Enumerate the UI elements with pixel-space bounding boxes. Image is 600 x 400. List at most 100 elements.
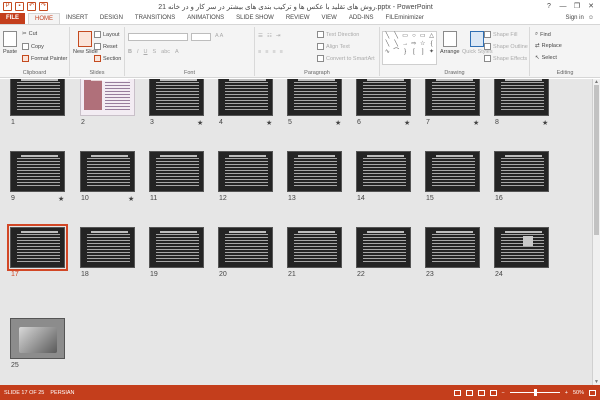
shape-arrow-icon[interactable]: ⇨ — [409, 40, 418, 48]
select-button[interactable]: ↖ Select — [535, 55, 557, 61]
undo-icon[interactable]: ↶ — [27, 2, 36, 11]
numbering-icon[interactable]: ☷ — [267, 33, 272, 39]
close-button[interactable]: ✕ — [585, 2, 597, 11]
animation-star-icon[interactable]: ★ — [404, 119, 410, 127]
shape-star-icon[interactable]: ☆ — [418, 40, 427, 48]
layout-button[interactable]: Layout — [94, 31, 120, 38]
list-buttons[interactable]: ☰ ☷ ⇥ — [258, 33, 280, 39]
restore-button[interactable]: ❐ — [571, 2, 583, 11]
slide-thumbnail[interactable] — [356, 79, 411, 116]
shape-curve-icon[interactable]: ⌒ — [392, 48, 401, 56]
shape-rect-icon[interactable]: ▭ — [418, 32, 427, 40]
tab-add-ins[interactable]: ADD-INS — [343, 13, 380, 24]
scrollbar-thumb[interactable] — [594, 85, 599, 235]
slide-thumbnail[interactable] — [10, 79, 65, 116]
arrange-button[interactable]: Arrange — [440, 31, 460, 55]
shape-line-icon[interactable]: ╲ — [383, 32, 392, 40]
replace-button[interactable]: ⇄ Replace — [535, 43, 562, 49]
slide-thumbnail[interactable] — [356, 151, 411, 192]
find-button[interactable]: ⌕ Find — [535, 31, 551, 38]
animation-star-icon[interactable]: ★ — [128, 195, 134, 203]
shape-curve-icon[interactable]: ∿ — [383, 48, 392, 56]
slide-thumbnail[interactable] — [494, 227, 549, 268]
shape-effects-button[interactable]: Shape Effects — [484, 55, 527, 62]
justify-icon[interactable]: ≡ — [280, 49, 283, 55]
tab-review[interactable]: REVIEW — [280, 13, 316, 24]
shape-brace-icon[interactable]: } — [401, 48, 410, 56]
slide-thumbnail[interactable] — [218, 227, 273, 268]
slide-thumbnail[interactable] — [425, 227, 480, 268]
slide-thumbnail[interactable] — [425, 79, 480, 116]
indent-icon[interactable]: ⇥ — [276, 33, 281, 39]
italic-icon[interactable]: I — [137, 49, 139, 55]
copy-button[interactable]: Copy — [22, 43, 44, 50]
redo-icon[interactable]: ↷ — [39, 2, 48, 11]
slide-thumbnail[interactable] — [218, 79, 273, 116]
tab-design[interactable]: DESIGN — [94, 13, 129, 24]
slide-thumbnail[interactable] — [10, 318, 65, 359]
shape-bracket-icon[interactable]: ] — [418, 48, 427, 56]
slide-thumbnail[interactable] — [218, 151, 273, 192]
paste-button[interactable]: Paste — [3, 31, 17, 55]
slideshow-view-icon[interactable] — [489, 389, 497, 396]
font-format-buttons[interactable]: B I U Sabc A — [128, 49, 179, 55]
animation-star-icon[interactable]: ★ — [335, 119, 341, 127]
zoom-slider-thumb[interactable] — [533, 389, 537, 396]
convert-smartart-button[interactable]: Convert to SmartArt — [317, 55, 375, 62]
tab-transitions[interactable]: TRANSITIONS — [129, 13, 181, 24]
slide-thumbnail[interactable] — [80, 79, 135, 116]
slide-thumbnail[interactable] — [149, 151, 204, 192]
smiley-icon[interactable]: ☺ — [588, 13, 594, 24]
text-direction-button[interactable]: Text Direction — [317, 31, 359, 38]
font-family-dropdown[interactable] — [128, 33, 188, 41]
underline-icon[interactable]: U — [144, 49, 148, 55]
zoom-slider[interactable] — [509, 389, 560, 396]
animation-star-icon[interactable]: ★ — [473, 119, 479, 127]
slide-thumbnail[interactable] — [287, 227, 342, 268]
shape-fill-button[interactable]: Shape Fill — [484, 31, 517, 38]
zoom-level[interactable]: 50% — [573, 390, 584, 396]
slide-thumbnail[interactable] — [80, 151, 135, 192]
slide-thumbnail[interactable] — [80, 227, 135, 268]
bullets-icon[interactable]: ☰ — [258, 33, 263, 39]
format-painter-button[interactable]: Format Painter — [22, 55, 67, 62]
animation-star-icon[interactable]: ★ — [266, 119, 272, 127]
slide-sorter-view-icon[interactable] — [465, 389, 473, 396]
shape-arrow-icon[interactable]: → — [401, 40, 410, 48]
shape-outline-button[interactable]: Shape Outline — [484, 43, 528, 50]
tab-insert[interactable]: INSERT — [60, 13, 94, 24]
cut-button[interactable]: ✂ Cut — [22, 31, 37, 37]
shape-star-icon[interactable]: ✦ — [427, 48, 436, 56]
animation-star-icon[interactable]: ★ — [542, 119, 548, 127]
tab-view[interactable]: VIEW — [316, 13, 343, 24]
bold-icon[interactable]: B — [128, 49, 132, 55]
shape-line-icon[interactable]: ╲ — [383, 40, 392, 48]
align-right-icon[interactable]: ≡ — [272, 49, 275, 55]
font-size-dropdown[interactable] — [191, 33, 211, 41]
strikethrough-icon[interactable]: abc — [161, 49, 170, 55]
save-icon[interactable]: ▪ — [15, 2, 24, 11]
slide-thumbnail[interactable] — [494, 79, 549, 116]
align-center-icon[interactable]: ≡ — [265, 49, 268, 55]
font-color-icon[interactable]: A — [175, 49, 179, 55]
app-logo-icon[interactable]: P — [3, 2, 12, 11]
slide-thumbnail[interactable] — [149, 79, 204, 116]
normal-view-icon[interactable] — [453, 389, 461, 396]
shape-bracket-icon[interactable]: [ — [409, 48, 418, 56]
shape-bracket-icon[interactable]: { — [427, 40, 436, 48]
zoom-out-icon[interactable]: − — [502, 390, 505, 396]
vertical-scrollbar[interactable]: ▲ ▼ — [592, 79, 600, 385]
animation-star-icon[interactable]: ★ — [197, 119, 203, 127]
tab-animations[interactable]: ANIMATIONS — [181, 13, 230, 24]
reading-view-icon[interactable] — [477, 389, 485, 396]
slide-thumbnail[interactable] — [287, 79, 342, 116]
shape-line-icon[interactable]: ╲ — [392, 32, 401, 40]
sign-in-link[interactable]: Sign in — [566, 13, 584, 24]
slide-thumbnail[interactable] — [149, 227, 204, 268]
shape-line-icon[interactable]: ╲ — [392, 40, 401, 48]
shape-triangle-icon[interactable]: △ — [427, 32, 436, 40]
language-indicator[interactable]: PERSIAN — [50, 390, 74, 396]
shapes-gallery[interactable]: ╲ ╲ ▭ ○ ▭ △ ╲ ╲ → ⇨ ☆ { ∿ ⌒ } [ ] ✦ — [382, 31, 437, 65]
help-button[interactable]: ? — [543, 2, 555, 11]
tab-file[interactable]: FILE — [0, 13, 25, 24]
